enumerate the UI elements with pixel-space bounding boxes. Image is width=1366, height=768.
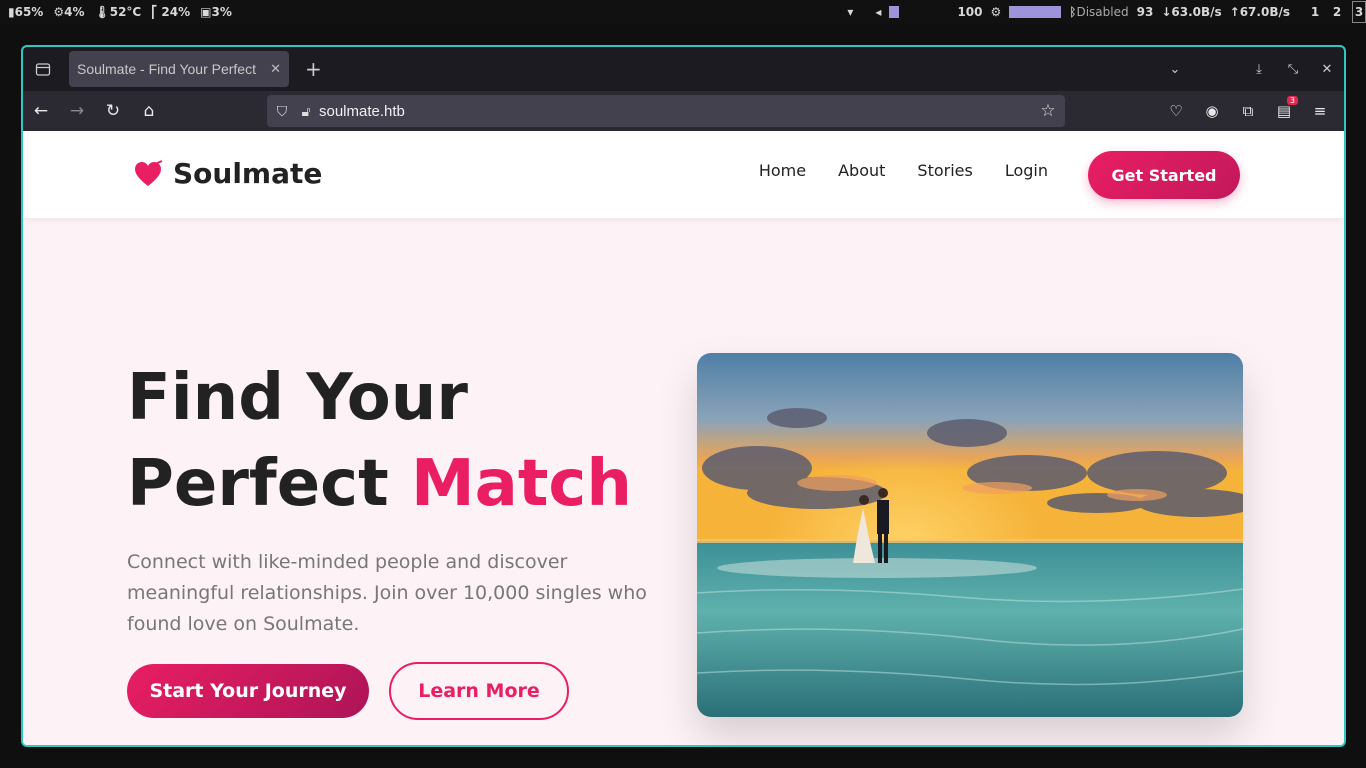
browser-window: Soulmate - Find Your Perfect ✕ + ⌄ ⤓ ⤡ ✕… — [21, 45, 1346, 747]
nav-home[interactable]: Home — [743, 161, 822, 180]
memory-indicator: ⎡ 24% — [151, 5, 191, 19]
chevron-down-icon[interactable]: ⌄ — [1158, 62, 1192, 77]
workspace-1[interactable]: 1 — [1308, 5, 1322, 19]
hero-title-line1: Find Your — [127, 361, 468, 435]
volume-level: 100 — [957, 5, 983, 19]
get-started-button[interactable]: Get Started — [1088, 151, 1240, 199]
upload-rate: ↑67.0B/s — [1229, 5, 1290, 19]
account-icon[interactable]: ◉ — [1194, 102, 1230, 120]
hero-title-accent: Match — [410, 447, 632, 521]
bluetooth-status: Disabled — [1076, 5, 1129, 19]
workspace-3[interactable]: 3 — [1352, 1, 1366, 23]
url-bar[interactable]: ⛉ 🔓︎ soulmate.htb ☆ — [267, 95, 1065, 127]
bookmark-star-icon[interactable]: ☆ — [1031, 101, 1065, 121]
pocket-icon[interactable]: ♡ — [1158, 102, 1194, 120]
tab-title: Soulmate - Find Your Perfect — [77, 61, 256, 77]
speaker-icon: ◂ — [875, 5, 882, 19]
download-rate: ↓63.0B/s — [1161, 5, 1222, 19]
close-tab-icon[interactable]: ✕ — [270, 61, 281, 77]
url-text[interactable]: soulmate.htb — [319, 103, 1031, 120]
shield-icon[interactable]: ⛉ — [267, 103, 297, 120]
nav-stories[interactable]: Stories — [901, 161, 988, 180]
extension-badge: 3 — [1286, 96, 1298, 105]
tab-bar: Soulmate - Find Your Perfect ✕ + ⌄ ⤓ ⤡ ✕ — [23, 47, 1344, 91]
brand-name: Soulmate — [173, 157, 323, 190]
tab-overview-icon[interactable] — [23, 61, 63, 77]
forward-icon[interactable]: → — [59, 101, 95, 121]
heart-logo-icon — [135, 159, 163, 186]
extensions-icon[interactable]: ⧉ — [1230, 102, 1266, 120]
workspace-2[interactable]: 2 — [1330, 5, 1344, 19]
temperature-indicator: 🌡52°C — [94, 5, 142, 19]
reload-icon[interactable]: ↻ — [95, 101, 131, 121]
bluetooth-icon: ᛒDisabled — [1069, 5, 1129, 19]
battery-indicator: ▮65% — [8, 5, 44, 19]
start-journey-button[interactable]: Start Your Journey — [127, 664, 369, 718]
extension-icon[interactable]: ▤ 3 — [1266, 96, 1302, 120]
home-icon[interactable]: ⌂ — [131, 101, 167, 121]
cpu-indicator: ⚙4% — [53, 5, 85, 19]
nav-about[interactable]: About — [822, 161, 901, 180]
window-indicator-icon — [889, 6, 900, 18]
volume-bar[interactable] — [1009, 6, 1062, 18]
learn-more-button[interactable]: Learn More — [389, 662, 569, 720]
system-status-bar: ▮65% ⚙4% 🌡52°C ⎡ 24% ▣3% ▾ ◂ 100 ⚙ ᛒDisa… — [0, 0, 1366, 24]
site-nav: Home About Stories Login — [743, 161, 1064, 180]
browser-tab[interactable]: Soulmate - Find Your Perfect ✕ — [69, 51, 289, 87]
restore-window-icon[interactable]: ⤡ — [1276, 62, 1310, 77]
nav-login[interactable]: Login — [989, 161, 1064, 180]
beach-couple-photo — [697, 353, 1243, 717]
lock-icon[interactable]: 🔓︎ — [297, 103, 315, 120]
menu-icon[interactable]: ≡ — [1302, 102, 1338, 120]
site-header: Soulmate Home About Stories Login Get St… — [23, 131, 1344, 218]
navigation-toolbar: ← → ↻ ⌂ ⛉ 🔓︎ soulmate.htb ☆ ♡ ◉ ⧉ ▤ 3 ≡ — [23, 91, 1344, 131]
hero-subtitle: Connect with like-minded people and disc… — [127, 551, 647, 635]
new-tab-icon[interactable]: + — [305, 57, 322, 81]
hero-title-line2: Perfect — [127, 447, 411, 521]
hero-image — [697, 353, 1243, 717]
wifi-icon: ▾ — [847, 5, 854, 19]
site-logo[interactable]: Soulmate — [133, 157, 322, 190]
back-icon[interactable]: ← — [23, 101, 59, 121]
hero-title: Find Your Perfect Match — [127, 355, 632, 527]
close-window-icon[interactable]: ✕ — [1310, 62, 1344, 77]
download-icon[interactable]: ⤓ — [1242, 62, 1276, 77]
gear-icon: ⚙ — [990, 5, 1002, 19]
disk-indicator: ▣3% — [200, 5, 232, 19]
web-page: Soulmate Home About Stories Login Get St… — [23, 131, 1344, 745]
wifi-strength: 93 — [1136, 5, 1154, 19]
